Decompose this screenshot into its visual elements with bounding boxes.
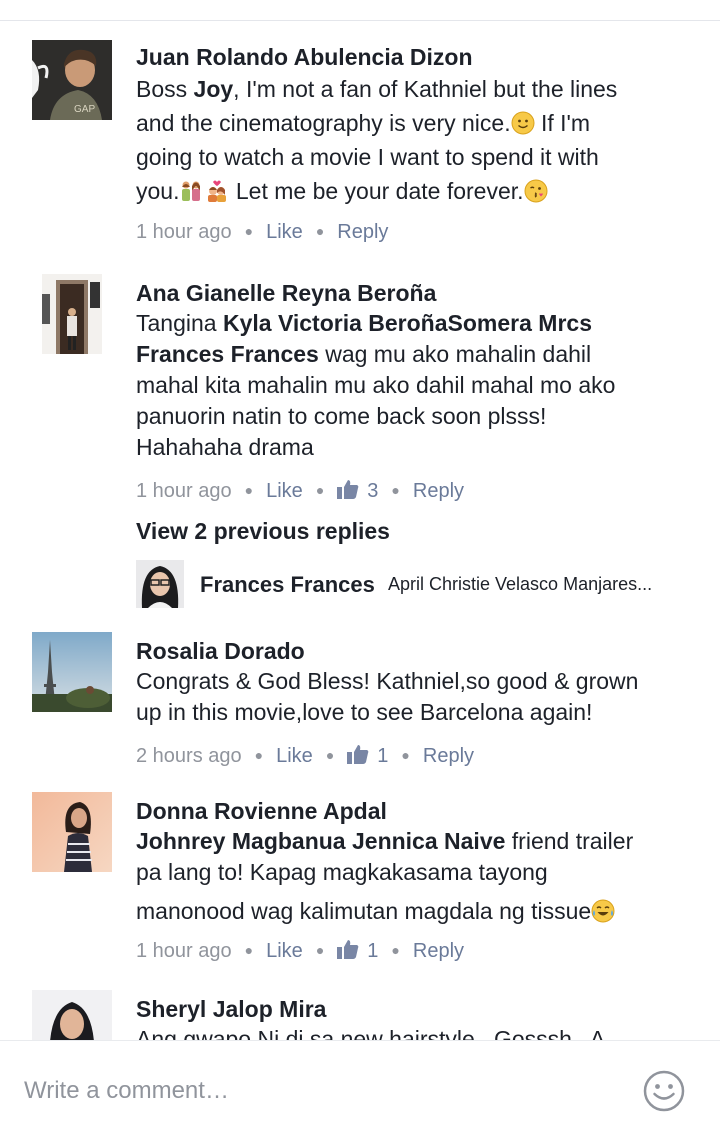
reply-snippet: April Christie Velasco Manjares...	[388, 574, 653, 594]
blow-kiss-icon	[524, 179, 548, 203]
thumbs-up-icon	[347, 745, 369, 764]
slight-smile-icon	[511, 111, 535, 135]
reply-preview[interactable]: Frances Frances April Christie Velasco M…	[136, 560, 696, 608]
comment-meta: 2 hours ago ● Like ● 1 ● Reply	[136, 745, 475, 767]
comment-text: Tangina Kyla Victoria BeroñaSomera Mrcs …	[136, 310, 616, 460]
smiley-icon[interactable]	[642, 1069, 686, 1113]
comment-timestamp[interactable]: 1 hour ago	[136, 940, 232, 962]
reply-button[interactable]: Reply	[423, 745, 474, 767]
avatar[interactable]	[32, 990, 112, 1040]
like-button[interactable]: Like	[266, 221, 303, 243]
avatar[interactable]	[32, 792, 112, 872]
mention-link[interactable]: Kyla Victoria BeroñaSomera Mrcs	[223, 310, 592, 336]
comment-timestamp[interactable]: 1 hour ago	[136, 221, 232, 243]
reply-button[interactable]: Reply	[337, 221, 388, 243]
like-count[interactable]: 3	[367, 480, 378, 502]
view-previous-replies-link[interactable]: View 2 previous replies	[136, 518, 390, 545]
comment-text: Boss Joy, I'm not a fan of Kathniel but …	[136, 76, 618, 204]
comment-author[interactable]: Juan Rolando Abulencia Dizon	[136, 42, 696, 72]
svg-text:GAP: GAP	[74, 104, 95, 115]
like-button[interactable]: Like	[266, 480, 303, 502]
comment-composer	[0, 1040, 720, 1146]
reply-button[interactable]: Reply	[413, 940, 464, 962]
like-button[interactable]: Like	[276, 745, 313, 767]
comment-meta: 1 hour ago ● Like ● 3 ● Reply	[136, 480, 465, 502]
comment-author[interactable]: Sheryl Jalop Mira	[136, 994, 696, 1024]
avatar[interactable]	[42, 274, 102, 354]
couple-icon	[182, 181, 201, 201]
comment-meta: 1 hour ago ● Like ● Reply	[136, 221, 389, 243]
comment-timestamp[interactable]: 1 hour ago	[136, 480, 232, 502]
comment-input[interactable]	[24, 1069, 604, 1113]
like-count[interactable]: 1	[367, 940, 378, 962]
thumbs-up-icon	[337, 480, 359, 499]
mention-link[interactable]: Johnrey Magbanua Jennica Naive	[136, 828, 505, 854]
kiss-couple-icon	[208, 180, 227, 202]
comment-meta: 1 hour ago ● Like ● 1 ● Reply	[136, 940, 465, 962]
reply-button[interactable]: Reply	[413, 480, 464, 502]
comment-text: Congrats & God Bless! Kathniel,so good &…	[136, 668, 639, 725]
comment-timestamp[interactable]: 2 hours ago	[136, 745, 242, 767]
mention-link[interactable]: Frances Frances	[136, 341, 319, 367]
like-count[interactable]: 1	[377, 745, 388, 767]
tears-of-joy-icon	[591, 899, 615, 923]
comment-author[interactable]: Rosalia Dorado	[136, 636, 696, 666]
like-button[interactable]: Like	[266, 940, 303, 962]
reply-author[interactable]: Frances Frances	[200, 572, 375, 598]
comment-author[interactable]: Ana Gianelle Reyna Beroña	[136, 278, 696, 308]
comment-author[interactable]: Donna Rovienne Apdal	[136, 796, 696, 826]
avatar[interactable]	[32, 632, 112, 712]
avatar[interactable]: GAP	[32, 40, 112, 120]
mention-link[interactable]: Joy	[194, 76, 234, 102]
comment-text: Johnrey Magbanua Jennica Naive friend tr…	[136, 828, 634, 924]
thumbs-up-icon	[337, 940, 359, 959]
avatar[interactable]	[136, 560, 184, 608]
comment-list[interactable]: GAP Juan Rolando Abulencia Dizon Boss Jo…	[0, 0, 720, 1040]
comment-text: Ang gwapo Ni di sa new hairstyle.. Gosss…	[136, 1026, 606, 1040]
